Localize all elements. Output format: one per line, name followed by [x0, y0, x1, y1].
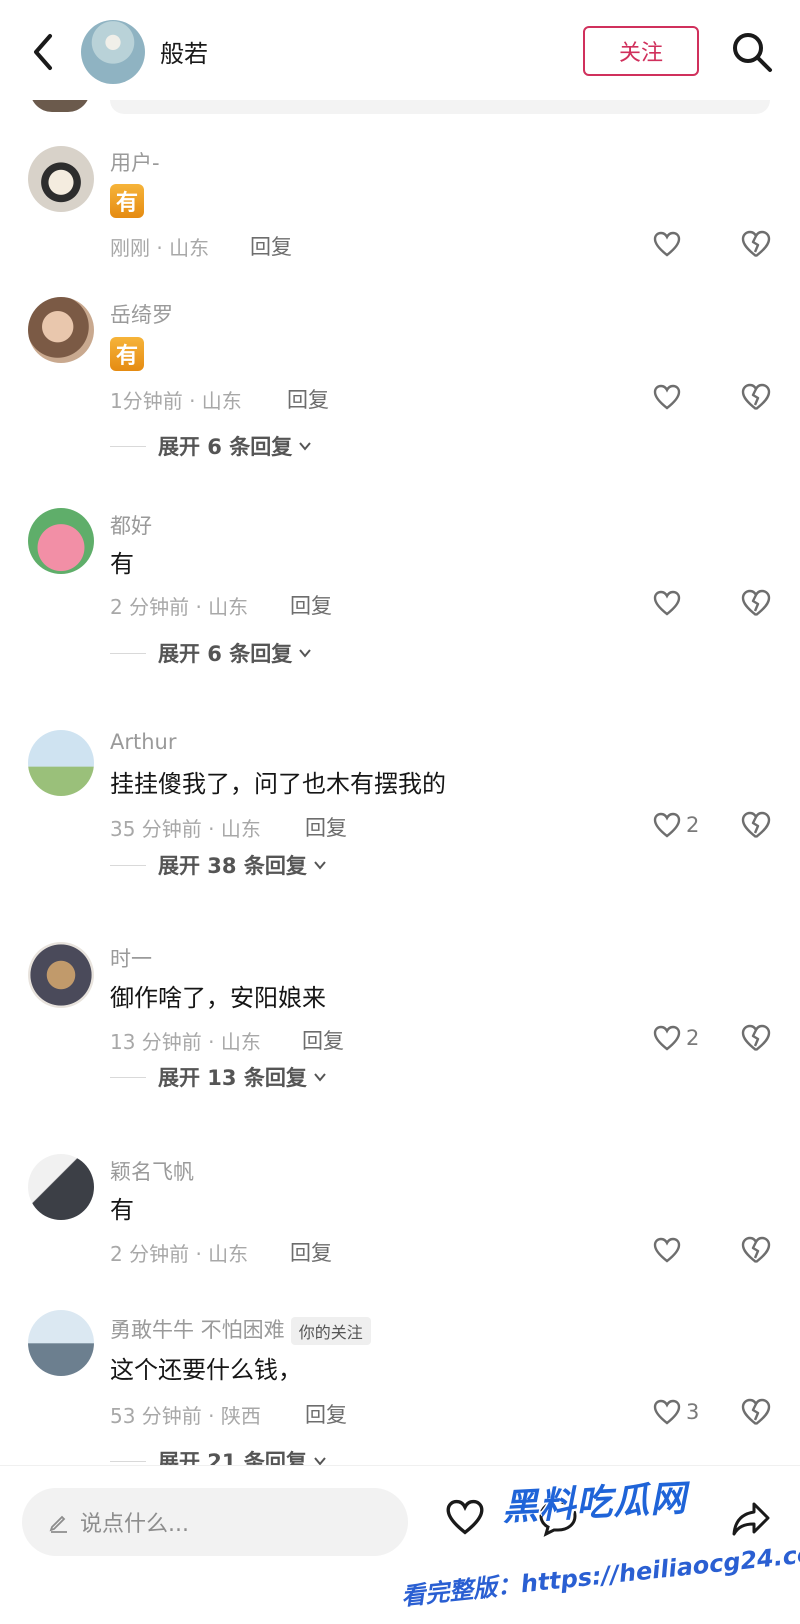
comment-input[interactable]: 说点什么... — [22, 1488, 408, 1556]
divider — [110, 864, 146, 866]
avatar[interactable] — [28, 1310, 94, 1376]
broken-heart-icon[interactable] — [740, 381, 772, 413]
pen-icon — [49, 1515, 67, 1533]
like-button[interactable]: 3 — [652, 1394, 699, 1430]
chevron-down-icon — [299, 442, 312, 451]
comment-username[interactable]: 时一 — [110, 943, 152, 973]
like-button[interactable] — [652, 226, 682, 262]
following-badge: 你的关注 — [290, 1317, 371, 1345]
like-count: 3 — [686, 1400, 700, 1424]
like-button[interactable] — [652, 1232, 682, 1268]
author-avatar[interactable] — [81, 20, 145, 84]
like-button[interactable]: 2 — [652, 1020, 699, 1056]
expand-replies-button[interactable]: 展开 13 条回复 — [110, 1062, 327, 1092]
comment-text: 挂挂傻我了，问了也木有摆我的 — [110, 770, 446, 798]
like-count: 2 — [686, 813, 700, 837]
avatar[interactable] — [28, 1154, 94, 1220]
comment-username[interactable]: 颖名飞帆 — [110, 1156, 194, 1186]
top-header: 般若 关注 — [0, 0, 800, 100]
comment-username[interactable]: 勇敢牛牛 不怕困难 你的关注 — [110, 1314, 371, 1345]
comment-time-location: 53 分钟前 · 陕西 — [110, 1404, 261, 1428]
comment-time-location: 刚刚 · 山东 — [110, 236, 210, 260]
comment-username[interactable]: 都好 — [110, 510, 152, 540]
avatar[interactable] — [28, 508, 94, 574]
comment-time-location: 2 分钟前 · 山东 — [110, 1242, 249, 1266]
reply-button[interactable]: 回复 — [290, 1237, 332, 1267]
search-icon[interactable] — [730, 30, 774, 74]
emoji-sticker: 有 — [110, 184, 144, 218]
reply-button[interactable]: 回复 — [287, 384, 329, 414]
avatar[interactable] — [28, 942, 94, 1008]
back-icon[interactable] — [26, 30, 62, 74]
heart-icon — [653, 590, 681, 616]
reply-button[interactable]: 回复 — [305, 812, 347, 842]
expand-replies-button[interactable]: 展开 6 条回复 — [110, 638, 312, 668]
broken-heart-icon[interactable] — [740, 1022, 772, 1054]
comment-bubble — [110, 100, 770, 114]
comment-username-text: 勇敢牛牛 不怕困难 — [110, 1318, 285, 1342]
comment-text: 御作啥了，安阳娘来 — [110, 984, 326, 1012]
reply-button[interactable]: 回复 — [290, 590, 332, 620]
broken-heart-icon[interactable] — [740, 228, 772, 260]
avatar[interactable] — [28, 730, 94, 796]
heart-icon[interactable] — [444, 1496, 486, 1538]
divider — [110, 1076, 146, 1078]
chevron-down-icon — [299, 649, 312, 658]
heart-icon — [653, 1025, 681, 1051]
chevron-down-icon — [314, 861, 326, 870]
divider — [110, 1460, 146, 1462]
emoji-sticker: 有 — [110, 337, 144, 371]
broken-heart-icon[interactable] — [740, 1396, 772, 1428]
comment-text: 这个还要什么钱， — [110, 1356, 302, 1384]
like-button[interactable] — [652, 585, 682, 621]
follow-button[interactable]: 关注 — [583, 26, 699, 76]
reply-button[interactable]: 回复 — [250, 231, 292, 261]
broken-heart-icon[interactable] — [740, 587, 772, 619]
broken-heart-icon[interactable] — [740, 809, 772, 841]
comment-text: 有 — [110, 550, 134, 578]
expand-replies-button[interactable]: 展开 6 条回复 — [110, 431, 312, 461]
broken-heart-icon[interactable] — [740, 1234, 772, 1266]
heart-icon — [653, 1237, 681, 1263]
author-name[interactable]: 般若 — [160, 34, 208, 69]
like-button[interactable] — [652, 379, 682, 415]
watermark-url: 看完整版：https://heiliaocg24.com — [400, 1537, 800, 1611]
comment-username[interactable]: 岳绮罗 — [110, 299, 173, 329]
divider — [110, 445, 146, 447]
comment-text: 有 — [110, 1196, 134, 1224]
comment-username[interactable]: 用户- — [110, 147, 160, 177]
watermark-title: 黑料吃瓜网 — [501, 1478, 689, 1529]
avatar[interactable] — [28, 297, 94, 363]
divider — [110, 652, 146, 654]
avatar[interactable] — [28, 146, 94, 212]
comment-time-location: 35 分钟前 · 山东 — [110, 817, 261, 841]
reply-button[interactable]: 回复 — [305, 1399, 347, 1429]
comment-time-location: 13 分钟前 · 山东 — [110, 1030, 261, 1054]
bottom-action-bar: 说点什么... 黑料吃瓜网 看完整版：https://heiliaocg24.c… — [0, 1465, 800, 1624]
heart-icon — [653, 384, 681, 410]
heart-icon — [653, 1399, 681, 1425]
expand-replies-label: 展开 6 条回复 — [158, 642, 293, 666]
share-icon[interactable] — [728, 1496, 774, 1542]
like-button[interactable]: 2 — [652, 807, 699, 843]
comment-time-location: 2 分钟前 · 山东 — [110, 595, 249, 619]
expand-replies-label: 展开 13 条回复 — [158, 1066, 307, 1090]
heart-icon — [653, 812, 681, 838]
expand-replies-label: 展开 38 条回复 — [158, 854, 307, 878]
previous-comment-edge — [0, 90, 800, 120]
expand-replies-button[interactable]: 展开 38 条回复 — [110, 850, 327, 880]
expand-replies-label: 展开 6 条回复 — [158, 435, 293, 459]
like-count: 2 — [686, 1026, 700, 1050]
reply-button[interactable]: 回复 — [302, 1025, 344, 1055]
heart-icon — [653, 231, 681, 257]
comment-time-location: 1分钟前 · 山东 — [110, 389, 242, 413]
chevron-down-icon — [314, 1073, 326, 1082]
comment-username[interactable]: Arthur — [110, 730, 177, 754]
comment-input-placeholder: 说点什么... — [80, 1512, 189, 1537]
